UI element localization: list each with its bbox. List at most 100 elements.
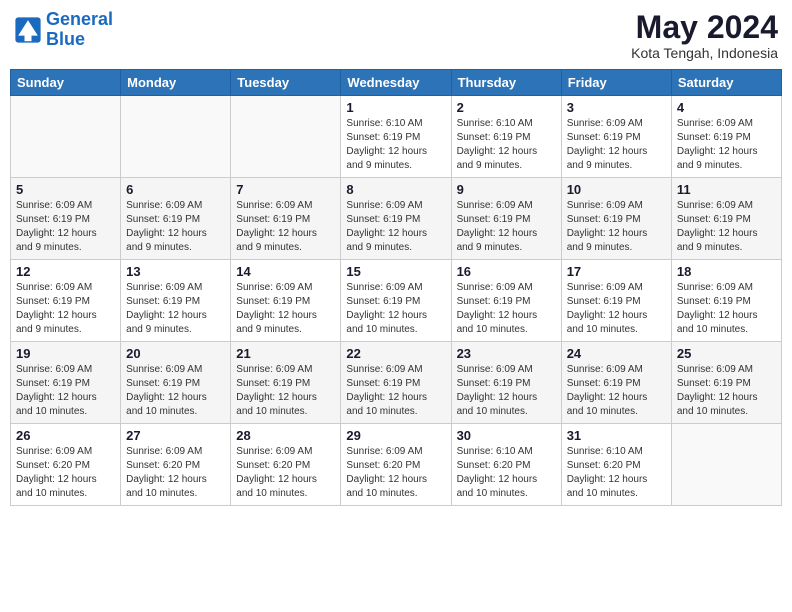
calendar-cell: 11 Sunrise: 6:09 AM Sunset: 6:19 PM Dayli… [671,178,781,260]
day-number: 9 [457,182,556,197]
calendar-week-4: 19 Sunrise: 6:09 AM Sunset: 6:19 PM Dayli… [11,342,782,424]
day-number: 10 [567,182,666,197]
day-info: Sunrise: 6:09 AM Sunset: 6:19 PM Dayligh… [16,363,115,419]
month-year: May 2024 [631,10,778,45]
calendar-cell: 29 Sunrise: 6:09 AM Sunset: 6:20 PM Dayli… [341,424,451,506]
day-number: 27 [126,428,225,443]
calendar-week-2: 5 Sunrise: 6:09 AM Sunset: 6:19 PM Daylig… [11,178,782,260]
day-info: Sunrise: 6:09 AM Sunset: 6:19 PM Dayligh… [567,117,666,173]
day-info: Sunrise: 6:09 AM Sunset: 6:19 PM Dayligh… [236,199,335,255]
calendar-cell: 7 Sunrise: 6:09 AM Sunset: 6:19 PM Daylig… [231,178,341,260]
calendar-cell: 9Sunrise: 6:09 AM Sunset: 6:19 PM Daylig… [451,178,561,260]
day-info: Sunrise: 6:09 AM Sunset: 6:20 PM Dayligh… [346,445,445,501]
page-header: General Blue May 2024 Kota Tengah, Indon… [10,10,782,61]
calendar-week-3: 12 Sunrise: 6:09 AM Sunset: 6:19 PM Dayli… [11,260,782,342]
day-info: Sunrise: 6:09 AM Sunset: 6:20 PM Dayligh… [16,445,115,501]
day-number: 22 [346,346,445,361]
day-info: Sunrise: 6:09 AM Sunset: 6:19 PM Dayligh… [677,199,776,255]
calendar-cell [121,96,231,178]
day-number: 5 [16,182,115,197]
day-number: 21 [236,346,335,361]
calendar-cell: 14 Sunrise: 6:09 AM Sunset: 6:19 PM Dayli… [231,260,341,342]
calendar-cell [671,424,781,506]
day-header-sunday: Sunday [11,70,121,96]
day-number: 28 [236,428,335,443]
day-number: 15 [346,264,445,279]
day-info: Sunrise: 6:09 AM Sunset: 6:19 PM Dayligh… [346,281,445,337]
day-info: Sunrise: 6:09 AM Sunset: 6:19 PM Dayligh… [457,363,556,419]
calendar-cell: 2Sunrise: 6:10 AM Sunset: 6:19 PM Daylig… [451,96,561,178]
calendar-cell: 28 Sunrise: 6:09 AM Sunset: 6:20 PM Dayli… [231,424,341,506]
day-number: 4 [677,100,776,115]
calendar-cell: 17Sunrise: 6:09 AM Sunset: 6:19 PM Dayli… [561,260,671,342]
calendar-week-1: 1Sunrise: 6:10 AM Sunset: 6:19 PM Daylig… [11,96,782,178]
day-info: Sunrise: 6:10 AM Sunset: 6:19 PM Dayligh… [346,117,445,173]
calendar-header-row: SundayMondayTuesdayWednesdayThursdayFrid… [11,70,782,96]
day-info: Sunrise: 6:09 AM Sunset: 6:19 PM Dayligh… [567,199,666,255]
day-header-monday: Monday [121,70,231,96]
calendar-cell: 24 Sunrise: 6:09 AM Sunset: 6:19 PM Dayli… [561,342,671,424]
day-info: Sunrise: 6:09 AM Sunset: 6:19 PM Dayligh… [677,363,776,419]
day-number: 19 [16,346,115,361]
calendar-cell: 19 Sunrise: 6:09 AM Sunset: 6:19 PM Dayli… [11,342,121,424]
day-number: 29 [346,428,445,443]
day-number: 13 [126,264,225,279]
day-number: 12 [16,264,115,279]
day-number: 14 [236,264,335,279]
day-info: Sunrise: 6:09 AM Sunset: 6:19 PM Dayligh… [126,281,225,337]
day-info: Sunrise: 6:09 AM Sunset: 6:19 PM Dayligh… [677,117,776,173]
day-info: Sunrise: 6:09 AM Sunset: 6:20 PM Dayligh… [236,445,335,501]
location: Kota Tengah, Indonesia [631,45,778,61]
day-number: 18 [677,264,776,279]
day-info: Sunrise: 6:09 AM Sunset: 6:19 PM Dayligh… [346,199,445,255]
calendar-cell: 6 Sunrise: 6:09 AM Sunset: 6:19 PM Daylig… [121,178,231,260]
calendar-cell: 30 Sunrise: 6:10 AM Sunset: 6:20 PM Dayli… [451,424,561,506]
day-info: Sunrise: 6:09 AM Sunset: 6:19 PM Dayligh… [236,363,335,419]
calendar-cell: 18Sunrise: 6:09 AM Sunset: 6:19 PM Dayli… [671,260,781,342]
day-header-wednesday: Wednesday [341,70,451,96]
calendar-table: SundayMondayTuesdayWednesdayThursdayFrid… [10,69,782,506]
day-info: Sunrise: 6:09 AM Sunset: 6:19 PM Dayligh… [16,199,115,255]
calendar-cell: 15 Sunrise: 6:09 AM Sunset: 6:19 PM Dayli… [341,260,451,342]
calendar-cell [231,96,341,178]
day-number: 24 [567,346,666,361]
calendar-cell: 5 Sunrise: 6:09 AM Sunset: 6:19 PM Daylig… [11,178,121,260]
calendar-cell: 12 Sunrise: 6:09 AM Sunset: 6:19 PM Dayli… [11,260,121,342]
day-info: Sunrise: 6:09 AM Sunset: 6:19 PM Dayligh… [567,363,666,419]
calendar-cell: 22Sunrise: 6:09 AM Sunset: 6:19 PM Dayli… [341,342,451,424]
calendar-cell: 21 Sunrise: 6:09 AM Sunset: 6:19 PM Dayli… [231,342,341,424]
calendar-cell: 31 Sunrise: 6:10 AM Sunset: 6:20 PM Dayli… [561,424,671,506]
day-number: 23 [457,346,556,361]
day-info: Sunrise: 6:09 AM Sunset: 6:19 PM Dayligh… [16,281,115,337]
day-info: Sunrise: 6:09 AM Sunset: 6:19 PM Dayligh… [567,281,666,337]
day-info: Sunrise: 6:10 AM Sunset: 6:19 PM Dayligh… [457,117,556,173]
calendar-cell: 4 Sunrise: 6:09 AM Sunset: 6:19 PM Daylig… [671,96,781,178]
day-number: 8 [346,182,445,197]
day-number: 6 [126,182,225,197]
calendar-week-5: 26 Sunrise: 6:09 AM Sunset: 6:20 PM Dayli… [11,424,782,506]
day-info: Sunrise: 6:09 AM Sunset: 6:20 PM Dayligh… [126,445,225,501]
day-header-saturday: Saturday [671,70,781,96]
day-number: 26 [16,428,115,443]
calendar-cell: 27 Sunrise: 6:09 AM Sunset: 6:20 PM Dayli… [121,424,231,506]
day-info: Sunrise: 6:09 AM Sunset: 6:19 PM Dayligh… [457,281,556,337]
day-info: Sunrise: 6:09 AM Sunset: 6:19 PM Dayligh… [236,281,335,337]
logo-text: General Blue [46,10,113,50]
calendar-cell: 20Sunrise: 6:09 AM Sunset: 6:19 PM Dayli… [121,342,231,424]
day-info: Sunrise: 6:10 AM Sunset: 6:20 PM Dayligh… [567,445,666,501]
day-info: Sunrise: 6:10 AM Sunset: 6:20 PM Dayligh… [457,445,556,501]
day-number: 31 [567,428,666,443]
calendar-cell: 26 Sunrise: 6:09 AM Sunset: 6:20 PM Dayli… [11,424,121,506]
logo-icon [14,16,42,44]
calendar-cell: 10 Sunrise: 6:09 AM Sunset: 6:19 PM Dayli… [561,178,671,260]
calendar-cell: 1Sunrise: 6:10 AM Sunset: 6:19 PM Daylig… [341,96,451,178]
day-number: 7 [236,182,335,197]
calendar-cell: 16Sunrise: 6:09 AM Sunset: 6:19 PM Dayli… [451,260,561,342]
day-header-tuesday: Tuesday [231,70,341,96]
day-number: 11 [677,182,776,197]
day-number: 30 [457,428,556,443]
day-info: Sunrise: 6:09 AM Sunset: 6:19 PM Dayligh… [126,199,225,255]
title-block: May 2024 Kota Tengah, Indonesia [631,10,778,61]
day-number: 25 [677,346,776,361]
day-info: Sunrise: 6:09 AM Sunset: 6:19 PM Dayligh… [126,363,225,419]
